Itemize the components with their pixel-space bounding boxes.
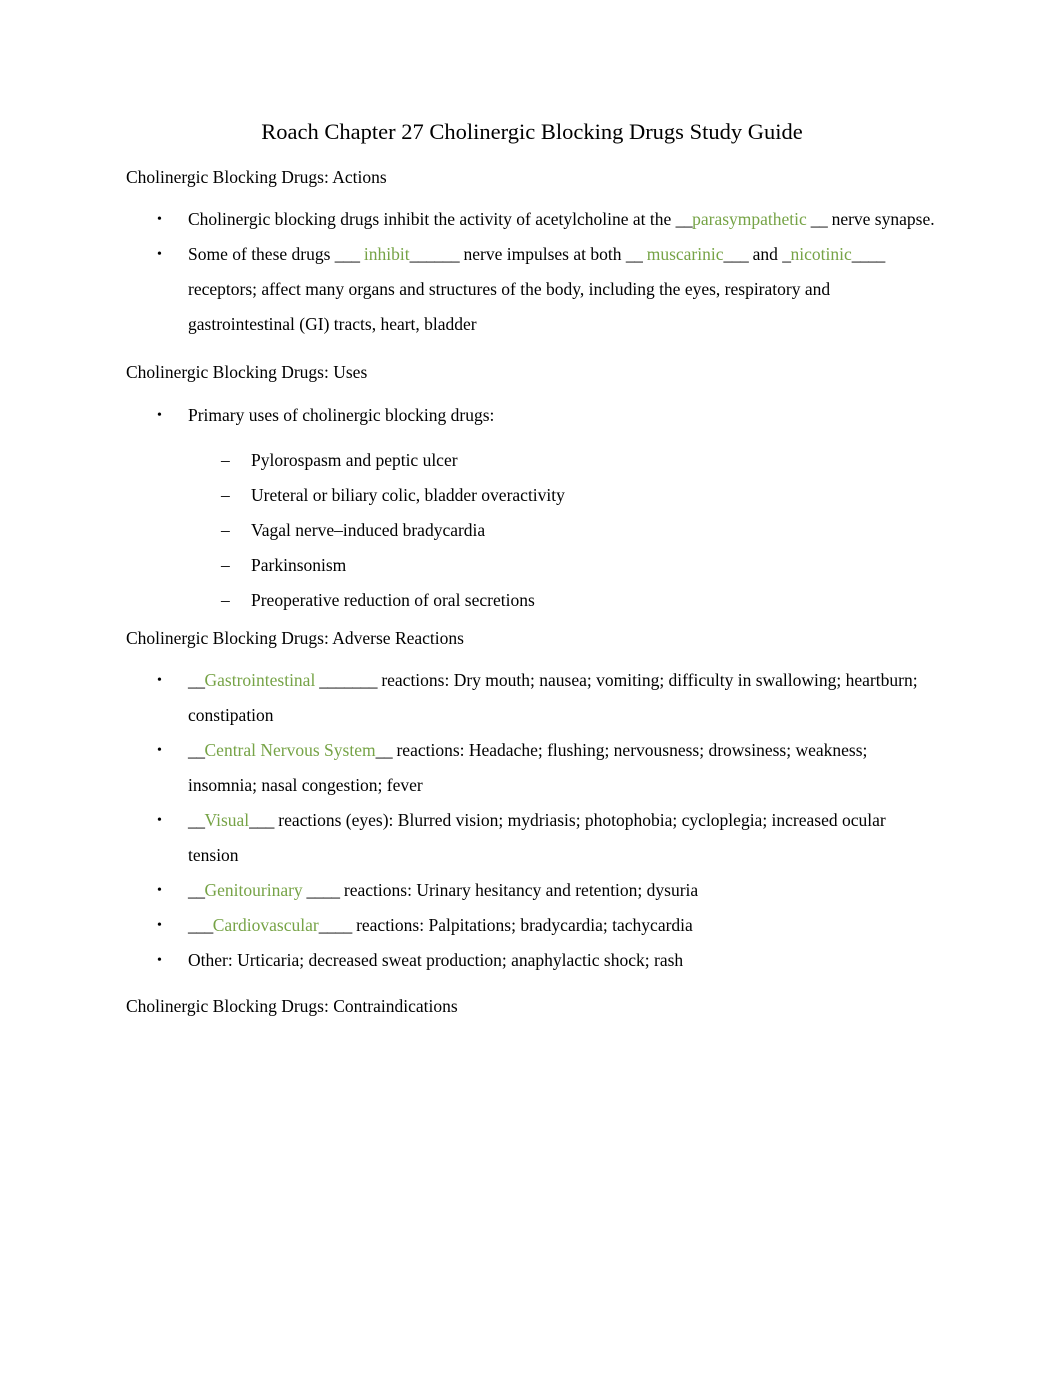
fill-in-blank: ______ [409,244,460,265]
list-item-text: Some of these drugs ___ inhibit______ ne… [188,244,885,334]
list-item-text: Cholinergic blocking drugs inhibit the a… [188,209,935,229]
bullet-glyph-icon: • [157,742,162,758]
fill-in-blank: ____ [318,914,353,935]
list-item: • Some of these drugs ___ inhibit______ … [126,237,938,342]
fill-in-answer: Gastrointestinal [204,669,316,690]
list-item: – Pylorospasm and peptic ulcer [126,443,938,478]
list-item-text: ___Cardiovascular____ reactions: Palpita… [188,915,693,935]
sub-list-item-text: Parkinsonism [251,554,347,575]
fill-in-answer: inhibit [359,244,410,265]
page-title: Roach Chapter 27 Cholinergic Blocking Dr… [261,119,803,144]
section-heading-contraindications: Cholinergic Blocking Drugs: Contraindica… [126,995,458,1016]
fill-in-blank: _______ [315,669,377,690]
section-heading-uses: Cholinergic Blocking Drugs: Uses [126,362,368,383]
body-text: nerve synapse. [827,209,935,230]
list-item: • __Visual___ reactions (eyes): Blurred … [126,803,938,873]
bullet-list-actions: • Cholinergic blocking drugs inhibit the… [126,202,938,342]
fill-in-blank: __ [188,809,205,830]
list-item: • Cholinergic blocking drugs inhibit the… [126,202,938,237]
list-item-text: Other: Urticaria; decreased sweat produc… [188,950,683,970]
list-item: • __Central Nervous System__ reactions: … [126,733,938,803]
section-heading-adverse-reactions: Cholinergic Blocking Drugs: Adverse Reac… [126,627,464,648]
bullet-glyph-icon: • [157,407,162,423]
sub-list-item-text: Preoperative reduction of oral secretion… [251,589,535,610]
body-text: reactions (eyes): Blurred vision; mydria… [188,809,886,865]
sub-list-item-text: Ureteral or biliary colic, bladder overa… [251,484,565,505]
list-item-text: __Central Nervous System__ reactions: He… [188,740,867,795]
fill-in-answer: Visual [204,809,250,830]
dash-glyph-icon: – [221,554,230,575]
body-text: Cholinergic blocking drugs inhibit the a… [188,209,676,230]
fill-in-blank: __ [375,739,393,760]
fill-in-blank: ___ [723,244,749,265]
fill-in-answer: parasympathetic [692,209,807,230]
body-text: reactions: Urinary hesitancy and retenti… [339,879,699,900]
document-page: Roach Chapter 27 Cholinergic Blocking Dr… [0,0,1062,1377]
list-item-text: __Gastrointestinal _______ reactions: Dr… [188,670,918,725]
body-text: receptors; affect many organs and struct… [188,279,831,335]
bullet-list-adverse-reactions: • __Gastrointestinal _______ reactions: … [126,663,938,978]
fill-in-blank: _ [782,244,791,265]
list-item: – Preoperative reduction of oral secreti… [126,583,938,618]
document-body: Roach Chapter 27 Cholinergic Blocking Dr… [126,118,938,1031]
fill-in-blank: __ [675,209,693,230]
fill-in-blank: __ [806,209,828,230]
list-item: – Ureteral or biliary colic, bladder ove… [126,478,938,513]
fill-in-blank: ___ [334,244,360,265]
fill-in-answer: Cardiovascular [212,914,319,935]
body-text: nerve impulses at both [459,244,626,265]
fill-in-blank: ___ [249,809,274,830]
fill-in-answer: muscarinic [642,244,724,265]
dash-glyph-icon: – [221,449,230,470]
list-item: • __Gastrointestinal _______ reactions: … [126,663,938,733]
list-item-text: Primary uses of cholinergic blocking dru… [188,405,494,425]
list-item: – Vagal nerve–induced bradycardia [126,513,938,548]
sub-list-item-text: Pylorospasm and peptic ulcer [251,449,458,470]
list-item: • Other: Urticaria; decreased sweat prod… [126,943,938,978]
list-item-text: __Visual___ reactions (eyes): Blurred vi… [188,810,886,865]
fill-in-blank: __ [188,739,205,760]
bullet-glyph-icon: • [157,672,162,688]
fill-in-blank: ____ [302,879,340,900]
bullet-glyph-icon: • [157,812,162,828]
body-text: Primary uses of cholinergic blocking dru… [188,404,495,425]
bullet-list-uses: • Primary uses of cholinergic blocking d… [126,398,938,433]
list-item-text: __Genitourinary ____ reactions: Urinary … [188,880,698,900]
bullet-glyph-icon: • [157,212,162,228]
body-text: reactions: Palpitations; bradycardia; ta… [351,914,693,935]
body-text: Other: Urticaria; decreased sweat produc… [188,949,684,970]
fill-in-blank: ____ [851,244,886,265]
section-heading-actions: Cholinergic Blocking Drugs: Actions [126,166,387,187]
body-text: and [748,244,783,265]
bullet-glyph-icon: • [157,917,162,933]
dash-glyph-icon: – [221,484,230,505]
fill-in-answer: Genitourinary [204,879,303,900]
body-text: Some of these drugs [188,244,335,265]
list-item: • ___Cardiovascular____ reactions: Palpi… [126,908,938,943]
dash-glyph-icon: – [221,589,230,610]
list-item: • __Genitourinary ____ reactions: Urinar… [126,873,938,908]
list-item: – Parkinsonism [126,548,938,583]
fill-in-blank: ___ [188,914,213,935]
dash-glyph-icon: – [221,519,230,540]
bullet-glyph-icon: • [157,882,162,898]
fill-in-blank: __ [188,669,205,690]
fill-in-blank: __ [188,879,205,900]
fill-in-blank: __ [625,244,643,265]
fill-in-answer: nicotinic [790,244,852,265]
bullet-glyph-icon: • [157,952,162,968]
bullet-glyph-icon: • [157,247,162,263]
sub-list-item-text: Vagal nerve–induced bradycardia [251,519,486,540]
list-item: • Primary uses of cholinergic blocking d… [126,398,938,433]
sub-bullet-list-primary-uses: – Pylorospasm and peptic ulcer – Uretera… [126,443,938,618]
fill-in-answer: Central Nervous System [204,739,376,760]
